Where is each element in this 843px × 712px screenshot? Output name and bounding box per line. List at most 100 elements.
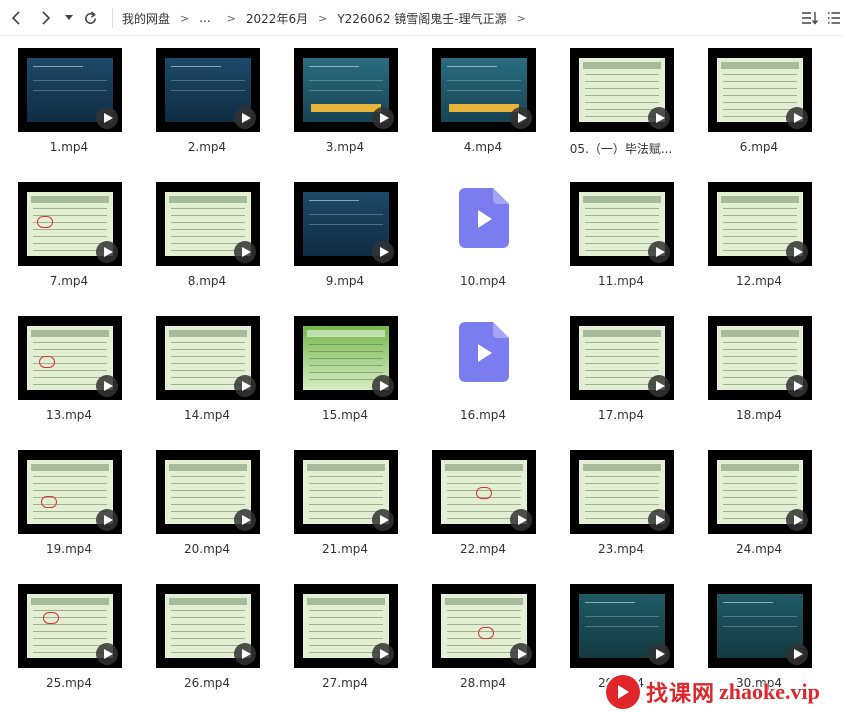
video-thumbnail[interactable] (156, 584, 260, 668)
play-icon[interactable] (786, 509, 808, 531)
file-item[interactable]: 9.mp4 (285, 170, 405, 290)
video-thumbnail[interactable] (570, 584, 674, 668)
file-item[interactable]: 17.mp4 (561, 304, 681, 424)
video-thumbnail[interactable] (18, 48, 122, 132)
play-icon[interactable] (786, 107, 808, 129)
play-icon[interactable] (372, 643, 394, 665)
file-item[interactable]: 4.mp4 (423, 36, 543, 156)
video-thumbnail[interactable] (708, 316, 812, 400)
video-thumbnail[interactable] (432, 450, 536, 534)
file-item[interactable]: 21.mp4 (285, 438, 405, 558)
play-icon[interactable] (96, 375, 118, 397)
play-icon[interactable] (96, 509, 118, 531)
file-item[interactable]: 28.mp4 (423, 572, 543, 692)
file-item[interactable]: 22.mp4 (423, 438, 543, 558)
file-name: 16.mp4 (459, 408, 507, 422)
file-item[interactable]: 27.mp4 (285, 572, 405, 692)
video-thumbnail[interactable] (708, 48, 812, 132)
video-thumbnail[interactable] (570, 48, 674, 132)
file-item[interactable]: 6.mp4 (699, 36, 819, 156)
video-thumbnail[interactable] (294, 182, 398, 266)
file-item[interactable]: 24.mp4 (699, 438, 819, 558)
play-icon[interactable] (96, 643, 118, 665)
sort-icon[interactable] (800, 8, 820, 28)
file-name: 28.mp4 (459, 676, 507, 690)
video-thumbnail[interactable] (156, 316, 260, 400)
file-item[interactable]: 12.mp4 (699, 170, 819, 290)
file-item[interactable]: 23.mp4 (561, 438, 681, 558)
video-thumbnail[interactable] (432, 48, 536, 132)
breadcrumb-item-month[interactable]: 2022年6月 (246, 10, 308, 27)
breadcrumb-item-ellipsis[interactable]: ... (199, 11, 210, 25)
video-thumbnail[interactable] (294, 450, 398, 534)
play-icon[interactable] (372, 375, 394, 397)
play-icon[interactable] (648, 107, 670, 129)
play-icon[interactable] (510, 509, 532, 531)
play-icon[interactable] (234, 241, 256, 263)
file-item[interactable]: 05.（一）毕法赋... (561, 36, 681, 156)
file-item[interactable]: 16.mp4 (423, 304, 543, 424)
file-item[interactable]: 25.mp4 (9, 572, 129, 692)
video-thumbnail[interactable] (18, 584, 122, 668)
list-view-icon[interactable] (824, 8, 843, 28)
file-item[interactable]: 10.mp4 (423, 170, 543, 290)
video-thumbnail[interactable] (570, 450, 674, 534)
play-icon[interactable] (234, 375, 256, 397)
breadcrumb-item-current[interactable]: Y226062 镜雪阁鬼壬-理气正源 (337, 10, 506, 27)
file-item[interactable]: 7.mp4 (9, 170, 129, 290)
play-icon[interactable] (234, 107, 256, 129)
file-item[interactable]: 13.mp4 (9, 304, 129, 424)
play-icon[interactable] (648, 241, 670, 263)
file-grid: 1.mp4 2.mp4 3.mp4 4.mp4 05.（一）毕法赋... 6.mp4 7.m… (0, 36, 843, 712)
file-item[interactable]: 18.mp4 (699, 304, 819, 424)
file-item[interactable]: 8.mp4 (147, 170, 267, 290)
play-icon[interactable] (648, 375, 670, 397)
file-item[interactable]: 14.mp4 (147, 304, 267, 424)
video-thumbnail[interactable] (18, 450, 122, 534)
video-thumbnail[interactable] (18, 316, 122, 400)
file-item[interactable]: 3.mp4 (285, 36, 405, 156)
video-thumbnail[interactable] (432, 584, 536, 668)
play-icon[interactable] (372, 107, 394, 129)
video-thumbnail[interactable] (708, 584, 812, 668)
play-icon[interactable] (234, 509, 256, 531)
play-icon[interactable] (96, 241, 118, 263)
video-thumbnail[interactable] (294, 48, 398, 132)
video-thumbnail[interactable] (294, 584, 398, 668)
forward-icon[interactable] (36, 8, 56, 28)
play-icon[interactable] (648, 509, 670, 531)
video-thumbnail[interactable] (156, 48, 260, 132)
play-icon[interactable] (786, 643, 808, 665)
video-thumbnail[interactable] (570, 182, 674, 266)
play-icon[interactable] (786, 241, 808, 263)
play-icon[interactable] (786, 375, 808, 397)
file-name: 19.mp4 (45, 542, 93, 556)
file-item[interactable]: 1.mp4 (9, 36, 129, 156)
video-file-icon[interactable] (459, 322, 509, 382)
refresh-icon[interactable] (80, 8, 100, 28)
back-icon[interactable] (6, 8, 26, 28)
file-item[interactable]: 11.mp4 (561, 170, 681, 290)
video-thumbnail[interactable] (708, 450, 812, 534)
video-thumbnail[interactable] (18, 182, 122, 266)
play-icon[interactable] (234, 643, 256, 665)
play-icon[interactable] (372, 509, 394, 531)
file-item[interactable]: 15.mp4 (285, 304, 405, 424)
file-item[interactable]: 19.mp4 (9, 438, 129, 558)
file-item[interactable]: 26.mp4 (147, 572, 267, 692)
play-icon[interactable] (648, 643, 670, 665)
video-thumbnail[interactable] (156, 450, 260, 534)
play-icon[interactable] (372, 241, 394, 263)
file-item[interactable]: 20.mp4 (147, 438, 267, 558)
video-thumbnail[interactable] (156, 182, 260, 266)
breadcrumb-item-root[interactable]: 我的网盘 (122, 10, 170, 27)
history-dropdown-icon[interactable] (62, 8, 76, 28)
file-item[interactable]: 2.mp4 (147, 36, 267, 156)
video-thumbnail[interactable] (570, 316, 674, 400)
play-icon[interactable] (510, 107, 532, 129)
play-icon[interactable] (96, 107, 118, 129)
video-thumbnail[interactable] (294, 316, 398, 400)
video-thumbnail[interactable] (708, 182, 812, 266)
video-file-icon[interactable] (459, 188, 509, 248)
play-icon[interactable] (510, 643, 532, 665)
